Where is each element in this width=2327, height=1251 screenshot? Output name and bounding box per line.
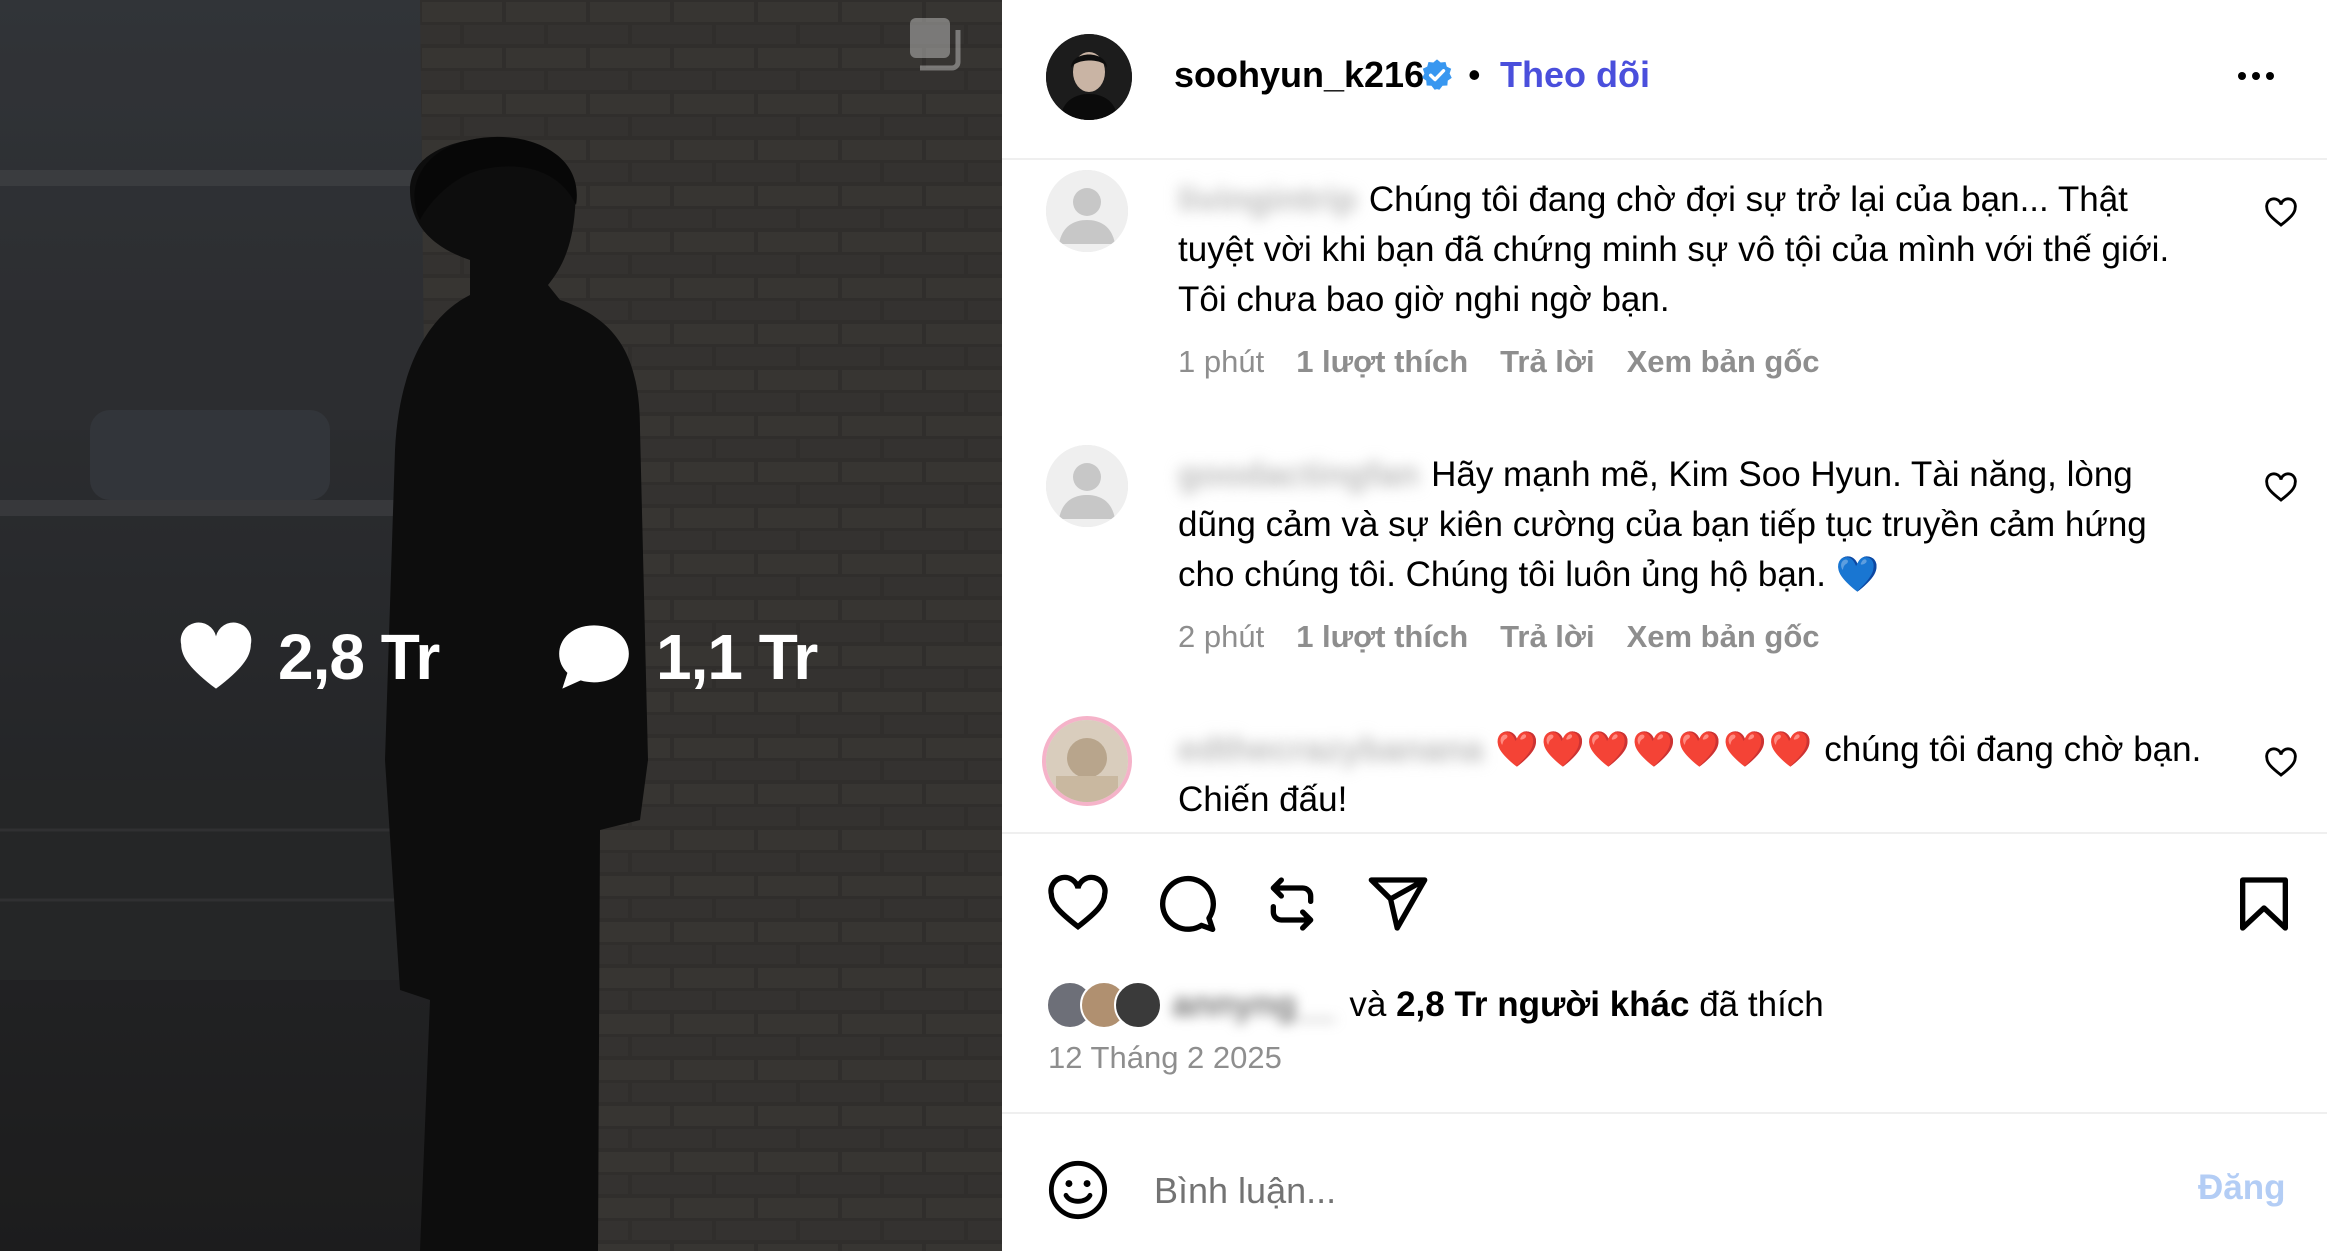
liked-and: và <box>1349 985 1387 1024</box>
more-options-icon[interactable] <box>2232 52 2280 100</box>
liked-by-text: và 2,8 Tr người khác đã thích <box>1349 985 1823 1025</box>
author-avatar-image <box>1046 34 1132 120</box>
reply-button[interactable]: Trả lời <box>1500 619 1594 655</box>
comment-time: 1 phút <box>1178 344 1265 379</box>
comment-body: edthecrazybanana ❤️❤️❤️❤️❤️❤️❤️ chúng tôi… <box>1178 725 2208 825</box>
likes-count: 2,8 Tr <box>278 621 440 693</box>
see-original-button[interactable]: Xem bản gốc <box>1627 619 1820 655</box>
comment-avatar[interactable] <box>1046 170 1128 252</box>
heart-icon <box>180 622 252 689</box>
user-avatar-image <box>1046 720 1128 802</box>
liker-name[interactable]: annyng__ <box>1172 985 1335 1025</box>
comments-count: 1,1 Tr <box>656 621 818 693</box>
divider <box>1002 832 2327 834</box>
verified-badge-icon <box>1422 59 1452 90</box>
divider <box>1002 1112 2327 1114</box>
comment-avatar[interactable] <box>1046 720 1128 802</box>
comment-avatar[interactable] <box>1046 445 1128 527</box>
emoji-icon[interactable] <box>1046 1158 1110 1222</box>
liked-by-row[interactable]: annyng__ và 2,8 Tr người khác đã thích <box>1046 980 1824 1030</box>
like-icon[interactable] <box>1046 872 1110 936</box>
post-photo[interactable]: 2,8 Tr 1,1 Tr <box>0 0 1002 1251</box>
post-comment-button[interactable]: Đăng <box>2198 1168 2286 1208</box>
default-avatar-icon <box>1046 445 1128 527</box>
follow-button[interactable]: Theo dõi <box>1500 54 1650 96</box>
comment-time: 2 phút <box>1178 619 1265 654</box>
comment-username[interactable]: edthecrazybanana <box>1178 730 1483 769</box>
comment-body: livingintrip Chúng tôi đang chờ đợi sự tr… <box>1178 175 2208 325</box>
post-header: soohyun_k216 • Theo dõi <box>1002 0 2327 160</box>
comment-likes[interactable]: 1 lượt thích <box>1296 344 1468 380</box>
see-original-button[interactable]: Xem bản gốc <box>1627 344 1820 380</box>
comment-icon[interactable] <box>1154 872 1218 936</box>
like-comment-icon[interactable] <box>2264 746 2298 780</box>
default-avatar-icon <box>1046 170 1128 252</box>
blue-heart-emoji: 💙 <box>1835 555 1880 594</box>
repost-icon[interactable] <box>1260 872 1324 936</box>
comment-bubble-icon <box>559 625 629 689</box>
hover-overlay <box>0 0 1002 1251</box>
liker-avatar <box>1114 981 1162 1029</box>
comment-likes[interactable]: 1 lượt thích <box>1296 619 1468 655</box>
likes-stat: 2,8 Tr <box>178 620 440 694</box>
share-icon[interactable] <box>1366 872 1430 936</box>
like-comment-icon[interactable] <box>2264 471 2298 505</box>
multiple-photos-icon <box>910 18 961 71</box>
comment-body: goodactingfan Hãy mạnh mẽ, Kim Soo Hyun. … <box>1178 450 2208 600</box>
header-separator: • <box>1468 54 1481 95</box>
comment-input[interactable] <box>1152 1160 2056 1222</box>
comments-list[interactable]: livingintrip Chúng tôi đang chờ đợi sự tr… <box>1002 160 2327 832</box>
liked-others[interactable]: 2,8 Tr người khác <box>1396 985 1689 1024</box>
comments-stat: 1,1 Tr <box>556 620 818 694</box>
post-panel: soohyun_k216 • Theo dõi livingintrip Chún <box>1002 0 2327 1251</box>
save-bookmark-icon[interactable] <box>2232 872 2296 936</box>
comment-meta: 2 phút 1 lượt thích Trả lời Xem bản gốc <box>1178 619 1820 655</box>
post-date[interactable]: 12 Tháng 2 2025 <box>1048 1040 1282 1076</box>
author-username[interactable]: soohyun_k216 <box>1174 54 1424 96</box>
reply-button[interactable]: Trả lời <box>1500 344 1594 380</box>
liked-suffix: đã thích <box>1699 985 1824 1024</box>
like-comment-icon[interactable] <box>2264 196 2298 230</box>
red-hearts-emoji: ❤️❤️❤️❤️❤️❤️❤️ <box>1495 730 1815 769</box>
author-avatar[interactable] <box>1046 34 1132 120</box>
comment-username[interactable]: livingintrip <box>1178 180 1357 219</box>
comment-username[interactable]: goodactingfan <box>1178 455 1419 494</box>
comment-meta: 1 phút 1 lượt thích Trả lời Xem bản gốc <box>1178 344 1820 380</box>
